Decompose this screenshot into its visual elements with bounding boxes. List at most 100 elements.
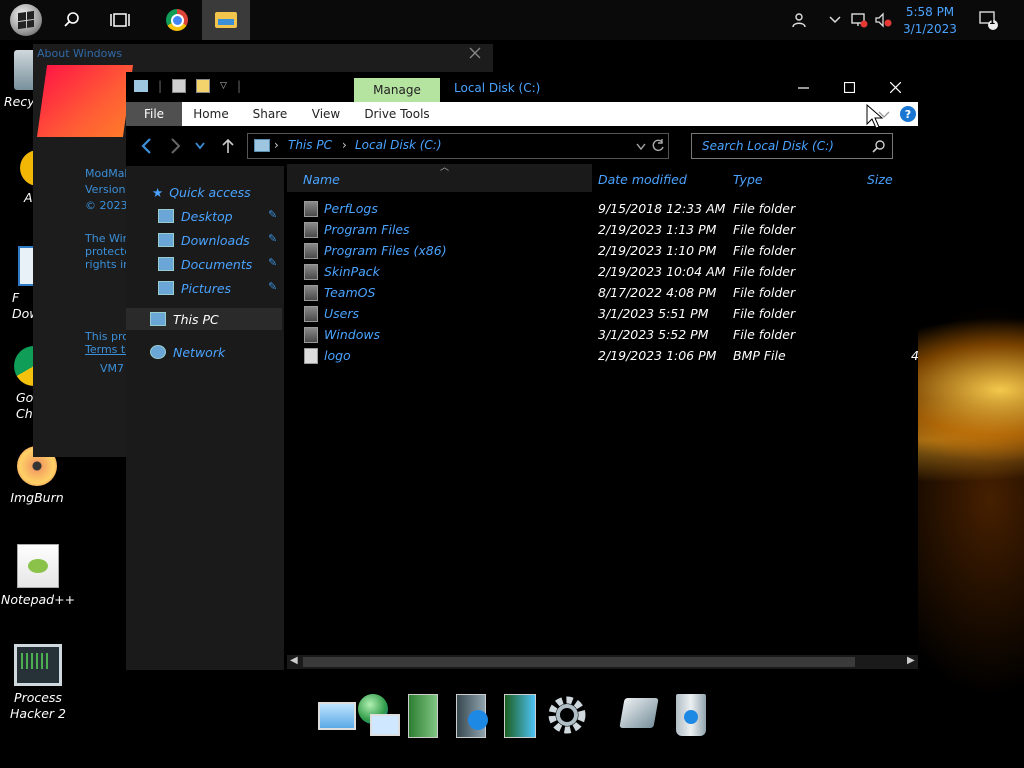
column-header-size[interactable]: Size [867, 168, 893, 190]
taskbar-clock[interactable]: 5:58 PM 3/1/2023 [896, 4, 964, 38]
breadcrumb-this-pc[interactable]: This PC [288, 138, 332, 152]
recent-locations-button[interactable] [190, 136, 210, 156]
action-center-button[interactable]: 1 [974, 0, 1002, 40]
about-close-button[interactable] [469, 44, 481, 63]
network-status-button[interactable] [848, 0, 870, 40]
dock-documents[interactable] [404, 692, 446, 738]
manage-tab[interactable]: Manage [354, 78, 440, 102]
drive-icon[interactable] [134, 80, 148, 92]
about-line: ModMak [85, 167, 131, 180]
scroll-left-icon[interactable]: ◀ [290, 655, 298, 666]
nav-network[interactable]: Network [150, 342, 225, 362]
notepad-icon [17, 544, 59, 588]
nav-downloads[interactable]: Downloads [158, 230, 250, 250]
file-row[interactable]: TeamOS 8/17/2022 4:08 PM File folder [296, 282, 916, 303]
file-row[interactable]: logo 2/19/2023 1:06 PM BMP File 4 [296, 345, 919, 366]
ribbon-tab-share[interactable]: Share [246, 102, 294, 126]
file-date: 8/17/2022 4:08 PM [598, 285, 717, 300]
nav-documents[interactable]: Documents [158, 254, 252, 274]
file-name: logo [324, 348, 351, 363]
ribbon-tab-drive-tools[interactable]: Drive Tools [358, 102, 436, 126]
search-box[interactable]: Search Local Disk (C:) [691, 133, 893, 159]
volume-muted-icon [875, 12, 892, 28]
file-row[interactable]: Program Files 2/19/2023 1:13 PM File fol… [296, 219, 916, 240]
column-header-date-modified[interactable]: Date modified [598, 168, 687, 190]
taskbar-explorer-button[interactable] [202, 0, 250, 40]
folder-icon [304, 285, 318, 301]
dock-pictures[interactable] [500, 692, 542, 738]
dock-computer[interactable] [314, 692, 356, 738]
dock-control-panel[interactable] [618, 692, 660, 738]
pin-icon: ✎ [268, 256, 278, 269]
chevron-down-icon [195, 142, 205, 150]
column-header-type[interactable]: Type [733, 168, 763, 190]
column-header-name[interactable]: Name [303, 168, 340, 190]
close-button[interactable] [872, 72, 918, 102]
dock-network[interactable] [356, 692, 400, 738]
file-row[interactable]: PerfLogs 9/15/2018 12:33 AM File folder [296, 198, 916, 219]
file-name: SkinPack [324, 264, 380, 279]
about-terms-link[interactable]: Terms to [85, 342, 132, 357]
scroll-right-icon[interactable]: ▶ [907, 655, 915, 666]
taskbar-chrome-button[interactable] [153, 0, 201, 40]
nav-desktop[interactable]: Desktop [158, 206, 233, 226]
breadcrumb-local-disk[interactable]: Local Disk (C:) [355, 138, 442, 152]
settings-gear-icon [548, 696, 586, 734]
file-type: File folder [733, 222, 796, 237]
new-folder-icon[interactable] [196, 79, 211, 93]
file-date: 2/19/2023 1:10 PM [598, 243, 717, 258]
file-row[interactable]: Program Files (x86) 2/19/2023 1:10 PM Fi… [296, 240, 916, 261]
maximize-button[interactable] [826, 72, 872, 102]
up-arrow-icon [222, 138, 234, 153]
windows-logo-icon [10, 4, 42, 36]
ribbon-tab-home[interactable]: Home [186, 102, 236, 126]
computer-icon [318, 702, 356, 730]
pictures-folder-icon [158, 281, 174, 295]
dock-media-player[interactable] [452, 692, 494, 738]
volume-button[interactable] [872, 0, 894, 40]
file-row[interactable]: Windows 3/1/2023 5:52 PM File folder [296, 324, 916, 345]
dock-settings[interactable] [546, 692, 588, 738]
desktop-icon-process-hacker[interactable]: Process Hacker 2 [1, 644, 75, 722]
chrome-icon [166, 9, 188, 31]
file-date: 9/15/2018 12:33 AM [598, 201, 726, 216]
forward-button[interactable] [166, 136, 186, 156]
nav-label: Downloads [181, 232, 250, 248]
nav-this-pc[interactable]: This PC [150, 309, 219, 329]
chevron-down-icon[interactable]: ▽ [220, 81, 227, 91]
about-dialog-title: About Windows [37, 47, 123, 60]
ribbon-tab-view[interactable]: View [304, 102, 348, 126]
pin-icon: ✎ [268, 232, 278, 245]
address-bar[interactable]: › This PC › Local Disk (C:) [247, 133, 669, 159]
file-name: TeamOS [324, 285, 376, 300]
explorer-titlebar[interactable]: | ▽ | Manage Local Disk (C:) [126, 72, 918, 102]
file-type: BMP File [733, 348, 786, 363]
back-button[interactable] [136, 136, 156, 156]
start-button[interactable] [2, 0, 50, 40]
properties-icon[interactable] [172, 79, 187, 93]
task-view-button[interactable] [96, 0, 144, 40]
help-icon: ? [904, 107, 912, 121]
downloads-folder-icon [158, 233, 174, 247]
scrollbar-thumb[interactable] [303, 657, 855, 667]
desktop-icon-notepad-plus-plus[interactable]: Notepad++ [1, 544, 75, 608]
minimize-button[interactable] [780, 72, 826, 102]
people-button[interactable] [788, 0, 810, 40]
image-file-icon [304, 348, 318, 364]
show-hidden-icons-button[interactable] [826, 0, 844, 40]
address-dropdown-button[interactable] [636, 140, 646, 154]
nav-label: Network [173, 344, 226, 360]
help-button[interactable]: ? [900, 106, 916, 122]
nav-quick-access[interactable]: ★ Quick access [152, 182, 251, 202]
documents-folder-icon [158, 257, 174, 271]
file-date: 2/19/2023 1:13 PM [598, 222, 717, 237]
search-button[interactable] [48, 0, 96, 40]
ribbon-tab-file[interactable]: File [126, 102, 182, 126]
file-row[interactable]: SkinPack 2/19/2023 10:04 AM File folder [296, 261, 916, 282]
file-row[interactable]: Users 3/1/2023 5:51 PM File folder [296, 303, 916, 324]
horizontal-scrollbar[interactable]: ◀ ▶ [287, 655, 918, 669]
up-button[interactable] [218, 136, 238, 156]
dock-recycle-bin[interactable] [670, 692, 712, 738]
nav-pictures[interactable]: Pictures [158, 278, 231, 298]
refresh-button[interactable] [652, 138, 664, 155]
